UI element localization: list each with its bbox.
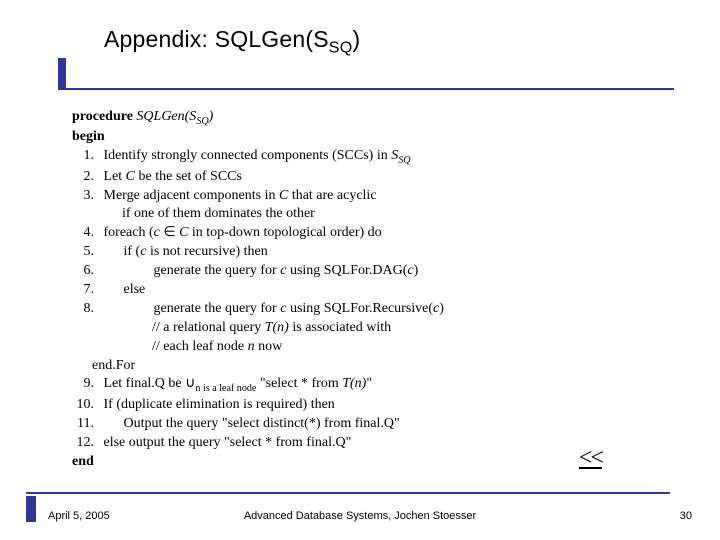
procedure-call-suffix: ) [209, 109, 214, 124]
title-prefix: Appendix: SQLGen(S [104, 26, 329, 52]
end-keyword-row: end [72, 453, 632, 472]
line-6: 6. generate the query for c using SQLFor… [72, 262, 632, 281]
line-number: 9. [72, 375, 94, 394]
line-text: be the set of SCCs [135, 169, 242, 184]
endfor-keyword: end.For [92, 358, 135, 373]
line-12: 12. else output the query "select * from… [72, 434, 632, 453]
line-number: 1. [72, 147, 94, 166]
indent [104, 244, 124, 259]
title-subscript: SQ [329, 39, 353, 57]
line-text: If (duplicate elimination is required) t… [104, 397, 335, 412]
sym-C: C [179, 225, 188, 240]
line-text: else [124, 282, 146, 297]
line-3: 3. Merge adjacent components in C that a… [72, 187, 632, 206]
endfor-row: end.For [72, 357, 632, 376]
line-text: that are acyclic [288, 188, 376, 203]
accent-bar [58, 58, 66, 90]
slide: Appendix: SQLGen(SSQ) procedure SQLGen(S… [0, 0, 720, 540]
indent [104, 416, 124, 431]
line-number: 10. [72, 396, 94, 415]
sym-Tn: T(n) [342, 376, 366, 391]
sym-C: C [279, 188, 288, 203]
back-link[interactable]: << [579, 445, 602, 472]
line-text: Identify strongly connected components (… [104, 148, 392, 163]
footer-center: Advanced Database Systems, Jochen Stoess… [0, 510, 720, 522]
line-text: "select * from [256, 376, 342, 391]
procedure-header: procedure SQLGen(SSQ) [72, 108, 632, 128]
line-2: 2. Let C be the set of SCCs [72, 168, 632, 187]
begin-keyword: begin [72, 129, 105, 144]
line-text: generate the query for [154, 263, 281, 278]
in-symbol: ∈ [160, 225, 179, 240]
line-number: 4. [72, 224, 94, 243]
indent [104, 263, 154, 278]
line-text: now [255, 339, 283, 354]
line-text: ) [414, 263, 419, 278]
sym-C: C [126, 169, 135, 184]
sym-n: n [248, 339, 255, 354]
line-text: " [366, 376, 372, 391]
line-8b: // a relational query T(n) is associated… [72, 319, 632, 338]
line-text: Merge adjacent components in [104, 188, 279, 203]
line-7: 7. else [72, 281, 632, 300]
footer-line [26, 492, 670, 494]
line-text: using SQLFor.Recursive( [286, 301, 433, 316]
indent [104, 301, 154, 316]
line-text: if one of them dominates the other [122, 206, 315, 221]
page-title: Appendix: SQLGen(SSQ) [104, 26, 360, 58]
begin-keyword-row: begin [72, 128, 632, 147]
line-text: ) [439, 301, 444, 316]
line-8c: // each leaf node n now [72, 338, 632, 357]
line-text: Let final.Q be ∪ [104, 376, 196, 391]
line-number: 3. [72, 187, 94, 206]
line-9: 9. Let final.Q be ∪n is a leaf node "sel… [72, 375, 632, 395]
title-suffix: ) [352, 26, 360, 52]
line-8: 8. generate the query for c using SQLFor… [72, 300, 632, 319]
line-text: is not recursive) then [146, 244, 267, 259]
indent [104, 282, 124, 297]
line-text: else output the query "select * from fin… [104, 435, 352, 450]
line-4: 4. foreach (c ∈ C in top-down topologica… [72, 224, 632, 243]
accent-line [66, 88, 674, 90]
line-number: 2. [72, 168, 94, 187]
line-text: using SQLFor.DAG( [286, 263, 407, 278]
line-number: 5. [72, 243, 94, 262]
line-1: 1. Identify strongly connected component… [72, 147, 632, 167]
line-3b: if one of them dominates the other [72, 205, 632, 224]
line-text: // a relational query [152, 320, 265, 335]
line-text: // each leaf node [152, 339, 248, 354]
footer-page-number: 30 [680, 510, 692, 522]
line-text: Let [104, 169, 126, 184]
line-text: is associated with [289, 320, 391, 335]
line-number: 11. [72, 415, 94, 434]
procedure-keyword: procedure [72, 109, 133, 124]
union-subscript: n is a leaf node [195, 383, 256, 394]
line-text: in top-down topological order) do [188, 225, 381, 240]
procedure-call-prefix: SQLGen(S [136, 109, 196, 124]
line-text: generate the query for [154, 301, 281, 316]
end-keyword: end [72, 454, 94, 469]
line-number: 7. [72, 281, 94, 300]
line-5: 5. if (c is not recursive) then [72, 243, 632, 262]
line-number: 6. [72, 262, 94, 281]
line-number: 12. [72, 434, 94, 453]
sym-S-sub: SQ [398, 155, 410, 166]
line-text: foreach ( [104, 225, 154, 240]
sym-Tn: T(n) [265, 320, 289, 335]
line-number: 8. [72, 300, 94, 319]
line-11: 11. Output the query "select distinct(*)… [72, 415, 632, 434]
line-text: Output the query "select distinct(*) fro… [124, 416, 400, 431]
procedure-body: procedure SQLGen(SSQ) begin 1. Identify … [72, 108, 632, 471]
line-text: if ( [124, 244, 141, 259]
line-10: 10. If (duplicate elimination is require… [72, 396, 632, 415]
procedure-call-sub: SQ [196, 116, 208, 127]
